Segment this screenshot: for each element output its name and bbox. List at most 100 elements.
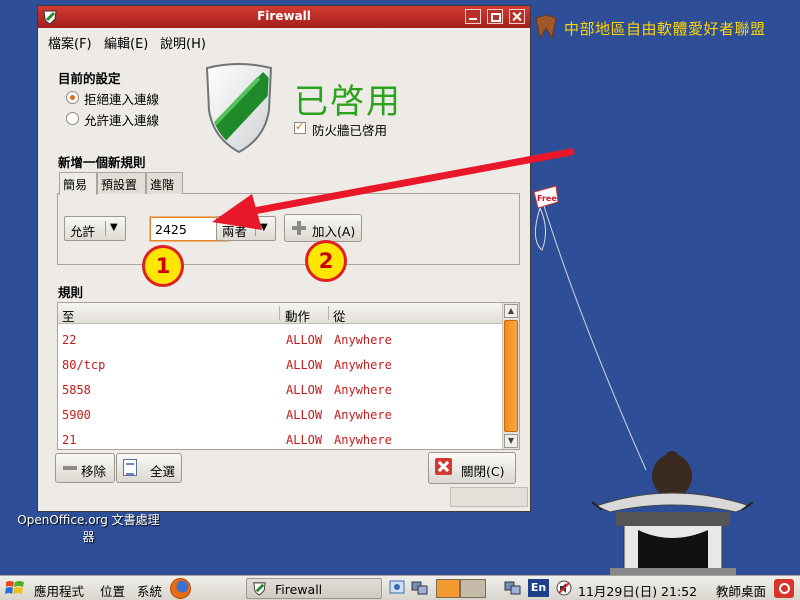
rule-from: Anywhere <box>334 408 392 422</box>
chevron-down-icon: ▼ <box>260 222 268 233</box>
tab-preconfigured[interactable]: 預設置 <box>97 172 146 194</box>
firewall-status-text: 已啓用 <box>294 82 402 122</box>
rule-to: 5858 <box>62 383 91 397</box>
step-2-callout: 2 <box>305 240 347 282</box>
maximize-button[interactable] <box>487 9 503 24</box>
tab-advanced[interactable]: 進階 <box>146 172 183 194</box>
firewall-window: Firewall 檔案(F) 編輯(E) 說明(H) 目前的設定 拒絕連入連線 … <box>37 5 531 512</box>
taskbar: 應用程式 位置 系統 Firewall En 11月29日(日) 21:52 教… <box>0 575 800 600</box>
firewall-shield-icon <box>205 63 273 154</box>
clock[interactable]: 11月29日(日) 21:52 <box>578 581 697 600</box>
applications-menu[interactable]: 應用程式 <box>34 581 84 600</box>
chevron-down-icon: ▼ <box>110 222 118 233</box>
workspace-1[interactable] <box>436 579 460 598</box>
rules-table-header: 至 動作 從 <box>58 303 503 324</box>
firewall-enabled-label: 防火牆已啓用 <box>312 123 388 138</box>
remove-label: 移除 <box>81 464 107 479</box>
volume-icon[interactable] <box>555 579 573 597</box>
league-logo-icon <box>535 14 557 40</box>
close-button[interactable]: 關閉(C) <box>428 452 516 484</box>
radio-button[interactable] <box>66 112 79 125</box>
rule-to: 80/tcp <box>62 358 106 372</box>
rules-table: 至 動作 從 22 ALLOW Anywhere 80/tcp ALLOW An… <box>57 302 520 450</box>
places-menu[interactable]: 位置 <box>100 581 125 600</box>
scroll-up-icon[interactable]: ▲ <box>504 304 518 318</box>
menu-file[interactable]: 檔案(F) <box>48 33 92 52</box>
temple-image <box>591 451 754 578</box>
menu-help[interactable]: 說明(H) <box>160 33 206 52</box>
minus-icon <box>63 466 77 470</box>
kite-label: Free <box>537 194 557 203</box>
windows-logo-icon[interactable] <box>5 579 25 597</box>
rule-action: ALLOW <box>286 358 323 372</box>
rule-from: Anywhere <box>334 333 392 347</box>
kite-image: Free <box>533 185 647 471</box>
table-row[interactable]: 5900 ALLOW Anywhere <box>58 403 503 428</box>
firewall-shield-small-icon <box>253 582 266 596</box>
menu-edit[interactable]: 編輯(E) <box>104 33 148 52</box>
remove-button[interactable]: 移除 <box>55 453 115 483</box>
system-menu[interactable]: 系統 <box>137 581 162 600</box>
window-titlebar[interactable]: Firewall <box>38 6 530 28</box>
scroll-down-icon[interactable]: ▼ <box>504 434 518 448</box>
radio-allow-label: 允許連入連線 <box>84 113 160 128</box>
taskbar-firewall-label: Firewall <box>275 582 323 597</box>
rule-action: ALLOW <box>286 383 323 397</box>
rule-to: 22 <box>62 333 77 347</box>
protocol-combo-value: 兩者 <box>222 224 248 239</box>
select-all-label: 全選 <box>150 464 176 479</box>
status-bar <box>450 487 528 507</box>
new-rule-panel: 允許 ▼ 兩者 ▼ 加入(A) <box>57 193 520 265</box>
firefox-icon[interactable] <box>170 578 191 599</box>
current-settings-heading: 目前的設定 <box>58 71 121 86</box>
rule-to: 5900 <box>62 408 91 422</box>
action-combo-value: 允許 <box>70 224 96 239</box>
close-label: 關閉(C) <box>461 464 505 479</box>
openoffice-desktop-icon-label[interactable]: OpenOffice.org 文書處理器 <box>16 512 161 546</box>
rule-action: ALLOW <box>286 408 323 422</box>
window-title: Firewall <box>257 9 311 23</box>
tab-simple[interactable]: 簡易 <box>59 172 97 195</box>
add-rule-button[interactable]: 加入(A) <box>284 214 362 242</box>
rule-from: Anywhere <box>334 433 392 447</box>
checkbox-checked[interactable] <box>294 120 306 134</box>
minimize-button[interactable] <box>465 9 481 24</box>
rule-from: Anywhere <box>334 358 392 372</box>
window-close-button[interactable] <box>509 9 525 24</box>
close-icon <box>435 458 452 475</box>
column-header-to[interactable]: 至 <box>62 306 75 325</box>
column-header-action[interactable]: 動作 <box>285 306 310 325</box>
desktop-label: 教師桌面 <box>716 584 767 599</box>
plus-icon <box>292 221 306 235</box>
screens-icon[interactable] <box>411 579 429 597</box>
screens-icon[interactable] <box>504 579 522 597</box>
document-icon <box>123 459 137 476</box>
network-icon[interactable] <box>388 579 406 597</box>
workspace-2[interactable] <box>460 579 486 598</box>
step-1-callout: 1 <box>142 245 184 287</box>
rule-action: ALLOW <box>286 333 323 347</box>
desktop-brand-text: 中部地區自由軟體愛好者聯盟 <box>564 20 766 38</box>
rule-action: ALLOW <box>286 433 323 447</box>
rules-heading: 規則 <box>58 285 84 300</box>
rule-to: 21 <box>62 433 77 447</box>
add-rule-label: 加入(A) <box>312 224 356 239</box>
rule-from: Anywhere <box>334 383 392 397</box>
rules-scrollbar[interactable]: ▲ ▼ <box>502 303 519 449</box>
table-row[interactable]: 5858 ALLOW Anywhere <box>58 378 503 403</box>
power-icon[interactable] <box>774 579 794 598</box>
taskbar-firewall-button[interactable]: Firewall <box>246 578 382 599</box>
column-header-from[interactable]: 從 <box>333 306 346 325</box>
table-row[interactable]: 80/tcp ALLOW Anywhere <box>58 353 503 378</box>
table-row[interactable]: 21 ALLOW Anywhere <box>58 428 503 449</box>
menubar: 檔案(F) 編輯(E) 說明(H) <box>38 29 530 52</box>
action-combo[interactable]: 允許 ▼ <box>64 216 126 241</box>
select-all-button[interactable]: 全選 <box>116 453 182 483</box>
radio-button-selected[interactable] <box>66 91 79 104</box>
input-method-indicator[interactable]: En <box>528 579 549 597</box>
protocol-combo[interactable]: 兩者 ▼ <box>216 216 276 241</box>
scrollbar-thumb[interactable] <box>504 320 518 432</box>
table-row[interactable]: 22 ALLOW Anywhere <box>58 328 503 353</box>
radio-deny-label: 拒絕連入連線 <box>84 92 160 107</box>
new-rule-heading: 新增一個新規則 <box>58 155 146 170</box>
